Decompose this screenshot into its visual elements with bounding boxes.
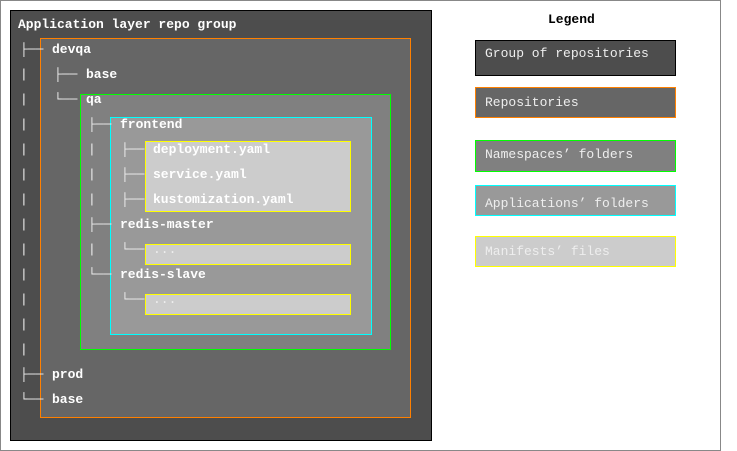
- tree-pipe: |: [88, 242, 96, 257]
- tree-item-qa: qa: [86, 92, 102, 107]
- tree-pipe: |: [20, 142, 28, 157]
- tree-pipe: |: [88, 192, 96, 207]
- tree-branch: ├──: [88, 117, 112, 132]
- tree-pipe: |: [20, 267, 28, 282]
- tree-pipe: |: [20, 242, 28, 257]
- tree-pipe: |: [20, 67, 28, 82]
- tree-pipe: |: [88, 142, 96, 157]
- tree-pipe: |: [20, 117, 28, 132]
- tree-pipe: |: [20, 317, 28, 332]
- legend-item-applications: Applications’ folders: [475, 185, 676, 216]
- tree-branch: ├──: [121, 167, 145, 182]
- tree-item-base: base: [52, 392, 84, 407]
- tree-pipe: |: [20, 292, 28, 307]
- tree-item-redis-master: redis-master: [120, 217, 214, 232]
- tree-pipe: |: [20, 92, 28, 107]
- tree-branch: └──: [20, 392, 44, 407]
- tree-branch: ├──: [54, 67, 78, 82]
- legend-item-manifests: Manifests’ files: [475, 236, 676, 267]
- group-title: Application layer repo group: [18, 17, 237, 32]
- tree-item-redis-slave: redis-slave: [120, 267, 206, 282]
- tree-pipe: |: [20, 167, 28, 182]
- tree-pipe: |: [20, 192, 28, 207]
- tree-item-service-yaml: service.yaml: [153, 167, 247, 182]
- tree-item-prod: prod: [52, 367, 84, 382]
- tree-item-kustomization-yaml: kustomization.yaml: [153, 192, 294, 207]
- tree-branch: └──: [121, 242, 145, 257]
- tree-item-devqa: devqa: [52, 42, 92, 57]
- tree-item-base: base: [86, 67, 118, 82]
- tree-branch: ├──: [20, 42, 44, 57]
- tree-item-deployment-yaml: deployment.yaml: [153, 142, 271, 157]
- legend-item-repositories: Repositories: [475, 87, 676, 118]
- tree-branch: └──: [54, 92, 78, 107]
- tree-branch: ├──: [121, 142, 145, 157]
- tree-branch: ├──: [88, 217, 112, 232]
- tree-branch: └──: [121, 292, 145, 307]
- tree-item-ellipsis: ...: [153, 242, 177, 257]
- tree-pipe: |: [88, 167, 96, 182]
- tree-pipe: |: [20, 342, 28, 357]
- tree-branch: ├──: [121, 192, 145, 207]
- tree-branch: ├──: [20, 367, 44, 382]
- legend-item-group: Group of repositories: [475, 40, 676, 76]
- legend-title: Legend: [548, 12, 595, 27]
- tree-pipe: |: [20, 217, 28, 232]
- legend-item-namespaces: Namespaces’ folders: [475, 140, 676, 172]
- tree-item-ellipsis: ...: [153, 292, 177, 307]
- tree-branch: └──: [88, 267, 112, 282]
- tree-item-frontend: frontend: [120, 117, 183, 132]
